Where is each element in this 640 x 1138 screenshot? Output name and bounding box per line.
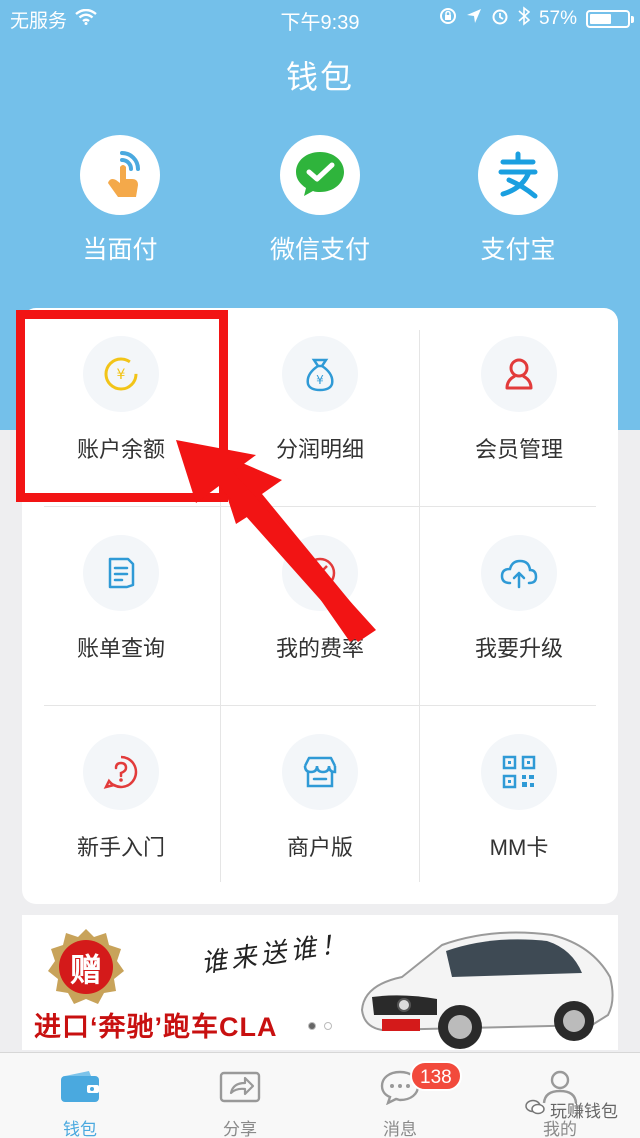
status-right: 57% (439, 6, 634, 32)
bluetooth-icon (518, 6, 531, 32)
pay-method-face-to-face[interactable]: 当面付 (20, 135, 220, 266)
grid-item-member-management[interactable]: 会员管理 (420, 308, 618, 506)
alipay-icon (478, 135, 558, 215)
gift-badge-text: 赠 (69, 951, 102, 989)
rate-icon (282, 535, 358, 611)
qrcode-icon (481, 734, 557, 810)
pagination-dot[interactable] (308, 1022, 316, 1030)
share-icon (216, 1067, 264, 1107)
tab-profile[interactable]: 我的 (480, 1053, 640, 1138)
pay-methods-row: 当面付 微信支付 支付宝 (0, 135, 640, 265)
tab-label: 分享 (223, 1120, 257, 1138)
wechat-logo-icon (525, 1099, 545, 1120)
location-icon (466, 8, 482, 30)
banner-pagination (0, 1022, 640, 1036)
moneybag-icon: ¥ (282, 336, 358, 412)
pay-method-label: 微信支付 (269, 236, 370, 264)
tab-messages[interactable]: 消息 138 (320, 1053, 480, 1138)
grid-item-label: 我要升级 (474, 636, 563, 661)
tab-wallet[interactable]: 钱包 (0, 1053, 160, 1138)
grid-item-bill-query[interactable]: 账单查询 (22, 507, 220, 705)
status-bar: 无服务 下午9:39 57% (0, 0, 640, 36)
pay-method-label: 当面付 (82, 236, 158, 264)
grid-item-label: 会员管理 (474, 437, 563, 462)
grid-item-label: 账单查询 (76, 636, 165, 661)
member-icon (481, 336, 557, 412)
grid-item-label: 新手入门 (76, 835, 165, 860)
rotation-lock-icon (439, 7, 457, 31)
unread-count-badge: 138 (410, 1061, 462, 1091)
watermark-text: 玩赚钱包 (550, 1102, 618, 1121)
cloud-upload-icon (481, 535, 557, 611)
watermark: 玩赚钱包 (525, 1097, 618, 1122)
grid-item-profit-detail[interactable]: ¥ 分润明细 (221, 308, 419, 506)
battery-percent: 57% (538, 8, 577, 29)
pagination-dot[interactable] (324, 1022, 332, 1030)
pay-method-wechat[interactable]: 微信支付 (220, 135, 420, 266)
grid-item-label: 分润明细 (275, 437, 364, 462)
store-icon (282, 734, 358, 810)
svg-text:¥: ¥ (316, 373, 324, 387)
battery-icon (586, 10, 634, 28)
grid-item-my-rate[interactable]: 我的费率 (221, 507, 419, 705)
tab-share[interactable]: 分享 (160, 1053, 320, 1138)
wallet-icon (56, 1067, 104, 1107)
alarm-icon (491, 7, 509, 31)
annotation-highlight-box (16, 310, 228, 502)
grid-item-label: 商户版 (286, 835, 353, 860)
wechat-pay-icon (280, 135, 360, 215)
help-icon (83, 734, 159, 810)
grid-item-label: MM卡 (489, 835, 549, 860)
hand-tap-icon (80, 135, 160, 215)
grid-item-label: 我的费率 (275, 636, 364, 661)
grid-item-merchant-edition[interactable]: 商户版 (221, 706, 419, 904)
grid-item-mm-card[interactable]: MM卡 (420, 706, 618, 904)
tab-label: 消息 (383, 1120, 417, 1138)
pay-method-alipay[interactable]: 支付宝 (418, 135, 618, 266)
grid-item-beginner-guide[interactable]: 新手入门 (22, 706, 220, 904)
battery-level (590, 14, 611, 24)
bill-icon (83, 535, 159, 611)
grid-item-upgrade[interactable]: 我要升级 (420, 507, 618, 705)
pay-method-label: 支付宝 (480, 236, 556, 264)
tab-label: 钱包 (63, 1120, 97, 1138)
tab-bar: 钱包 分享 消息 138 我的 (0, 1052, 640, 1138)
banner-slogan: 谁来送谁！ (198, 928, 352, 980)
page-title: 钱包 (285, 59, 354, 95)
